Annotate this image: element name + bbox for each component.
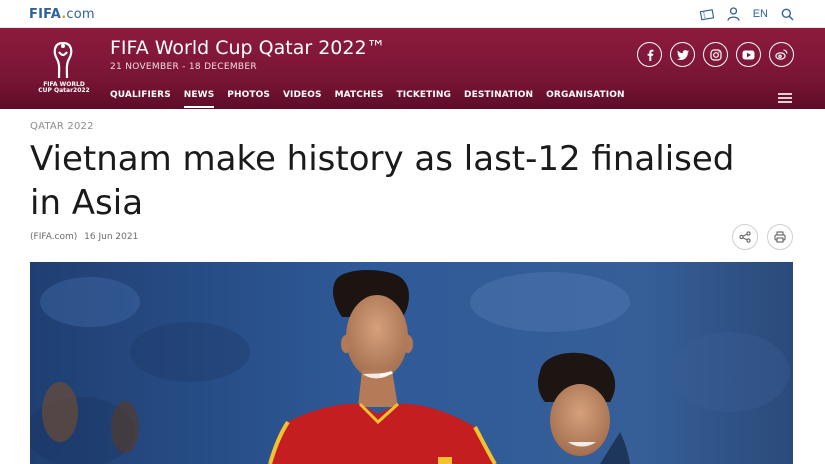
- top-utility-icons: EN: [699, 6, 795, 22]
- nav-photos[interactable]: PHOTOS: [227, 90, 270, 108]
- top-bar: FIFA.com EN: [0, 0, 825, 28]
- nav-videos[interactable]: VIDEOS: [283, 90, 322, 108]
- hero-photo: [30, 262, 793, 464]
- social-links: [637, 42, 794, 67]
- article-meta: (FIFA.com) 16 Jun 2021: [30, 232, 138, 242]
- tournament-dates: 21 NOVEMBER - 18 DECEMBER: [110, 62, 257, 72]
- article-date: 16 Jun 2021: [84, 232, 139, 242]
- youtube-icon[interactable]: [736, 42, 761, 67]
- article-actions: [732, 224, 793, 250]
- facebook-icon[interactable]: [637, 42, 662, 67]
- article-headline: Vietnam make history as last-12 finalise…: [30, 139, 735, 223]
- print-button[interactable]: [767, 224, 793, 250]
- print-icon: [774, 231, 786, 243]
- article-source: (FIFA.com): [30, 232, 78, 242]
- share-icon: [739, 231, 751, 243]
- nav-destination[interactable]: DESTINATION: [464, 90, 533, 108]
- twitter-icon[interactable]: [670, 42, 695, 67]
- nav-qualifiers[interactable]: QUALIFIERS: [110, 90, 171, 108]
- language-selector[interactable]: EN: [753, 8, 768, 20]
- main-navigation: QUALIFIERS NEWS PHOTOS VIDEOS MATCHES TI…: [110, 90, 638, 108]
- hamburger-menu-icon[interactable]: [778, 90, 792, 103]
- instagram-icon[interactable]: [703, 42, 728, 67]
- user-icon[interactable]: [726, 6, 742, 22]
- tournament-title[interactable]: FIFA World Cup Qatar 2022™: [110, 37, 386, 59]
- fifa-com-logo[interactable]: FIFA.com: [29, 7, 95, 22]
- share-button[interactable]: [732, 224, 758, 250]
- article-section-label[interactable]: QATAR 2022: [30, 121, 94, 132]
- logo-suffix: com: [66, 7, 95, 22]
- nav-organisation[interactable]: ORGANISATION: [546, 90, 624, 108]
- logo-main: FIFA: [29, 7, 62, 22]
- tournament-header: FIFA WORLD CUP Qatar2022 FIFA World Cup …: [0, 28, 825, 109]
- nav-news[interactable]: NEWS: [183, 90, 215, 108]
- ticket-icon[interactable]: [699, 6, 715, 22]
- nav-ticketing[interactable]: TICKETING: [396, 90, 451, 108]
- nav-matches[interactable]: MATCHES: [335, 90, 384, 108]
- weibo-icon[interactable]: [769, 42, 794, 67]
- emblem-text: FIFA WORLD CUP Qatar2022: [38, 81, 90, 94]
- search-icon[interactable]: [779, 6, 795, 22]
